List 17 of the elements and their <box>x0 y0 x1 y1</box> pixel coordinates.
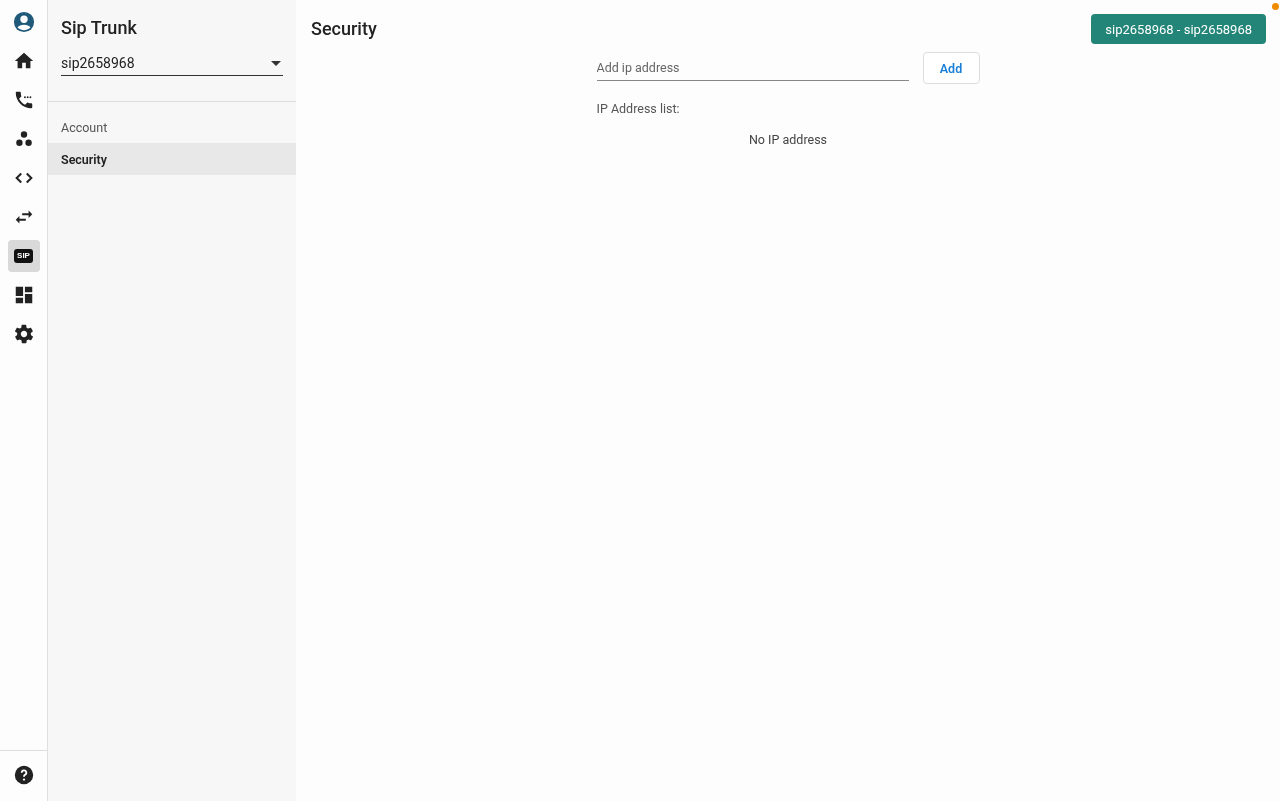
trunk-select[interactable]: sip2658968 <box>61 55 283 76</box>
help-icon <box>12 764 35 786</box>
sip-badge-icon: SIP <box>14 249 33 263</box>
account-button[interactable]: sip2658968 - sip2658968 <box>1091 14 1266 44</box>
sip-nav-button[interactable]: SIP <box>7 240 40 272</box>
sidebar-item[interactable]: Account <box>48 111 296 143</box>
ip-address-field[interactable]: Add ip address <box>596 55 909 81</box>
settings-icon <box>12 323 35 345</box>
list-label: IP Address list: <box>596 101 681 116</box>
page-title: Security <box>311 18 377 39</box>
caret-icon <box>271 60 281 66</box>
add-button[interactable]: Add <box>922 52 980 84</box>
empty-message: No IP address <box>747 132 829 147</box>
notification-dot <box>1272 3 1279 10</box>
user-avatar-icon <box>12 11 35 33</box>
sidebar-item[interactable]: Security <box>48 143 296 175</box>
sidebar-title: Sip Trunk <box>61 17 138 38</box>
